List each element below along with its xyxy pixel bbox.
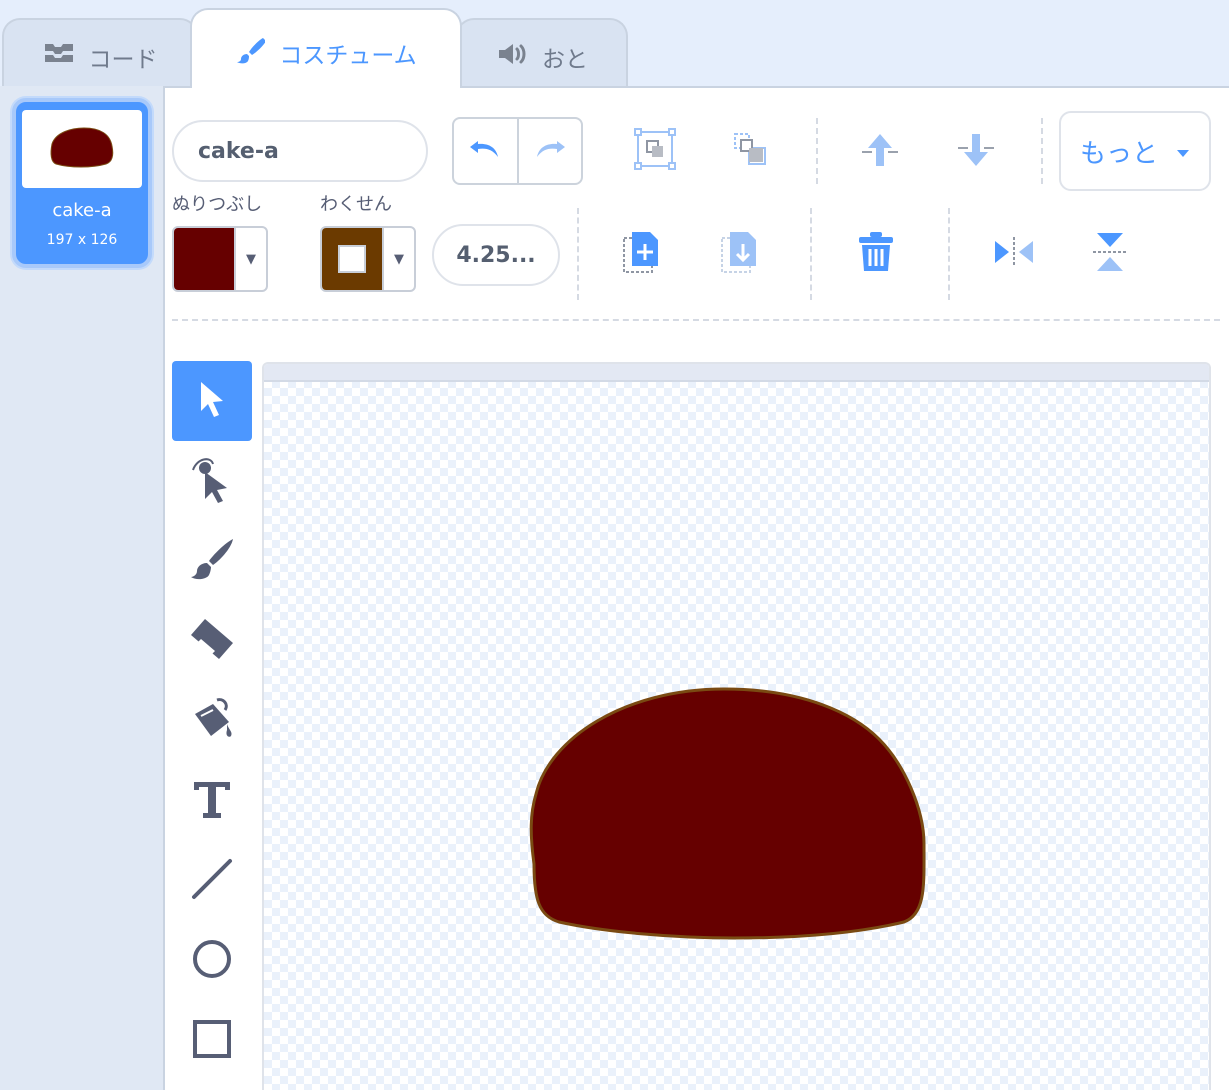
delete-button[interactable]: [848, 226, 904, 282]
outline-color-swatch: [322, 228, 384, 290]
toolbar-divider: [816, 118, 818, 184]
paste-new-button[interactable]: [614, 226, 670, 282]
code-blocks-icon: [43, 40, 75, 66]
fill-color-picker[interactable]: ▼: [172, 226, 268, 292]
toolbar-separator: [172, 319, 1220, 321]
speaker-icon: [496, 40, 528, 68]
cake-shape[interactable]: [264, 364, 1211, 1090]
undo-icon: [468, 137, 502, 165]
cursor-icon: [195, 379, 229, 423]
costume-size: 197 x 126: [46, 232, 118, 248]
paste-page-icon: [720, 230, 760, 278]
arrow-up-icon: [858, 130, 902, 174]
toolbar-divider: [810, 208, 812, 300]
paint-bucket-icon: [189, 696, 235, 746]
tab-code[interactable]: コード: [2, 18, 198, 88]
costume-name: cake-a: [52, 200, 112, 221]
rectangle-tool[interactable]: [172, 1001, 252, 1081]
flip-vertical-icon: [1091, 231, 1129, 277]
tab-costumes-label: コスチューム: [279, 43, 417, 69]
trash-icon: [857, 231, 895, 277]
ungroup-icon: [729, 128, 771, 174]
more-button[interactable]: もっと: [1059, 111, 1211, 191]
arrow-down-icon: [954, 130, 998, 174]
redo-icon: [533, 137, 567, 165]
toolbar-divider: [577, 208, 579, 300]
line-icon: [190, 857, 234, 905]
dropdown-arrow-icon: ▼: [394, 251, 404, 267]
reshape-icon: [189, 454, 235, 508]
tab-costumes[interactable]: コスチューム: [190, 8, 462, 88]
reshape-tool[interactable]: [172, 441, 252, 521]
fill-color-swatch: [174, 228, 236, 290]
eraser-icon: [189, 617, 235, 665]
flip-horizontal-button[interactable]: [986, 226, 1042, 282]
select-tool[interactable]: [172, 361, 252, 441]
flip-vertical-button[interactable]: [1082, 226, 1138, 282]
backward-button[interactable]: [948, 124, 1004, 180]
ungroup-button[interactable]: [722, 123, 778, 179]
outline-color-picker[interactable]: ▼: [320, 226, 416, 292]
paste-button[interactable]: [712, 226, 768, 282]
circle-icon: [191, 938, 233, 984]
forward-button[interactable]: [852, 124, 908, 180]
costume-thumbnail: [22, 110, 142, 188]
outline-label: わくせん: [320, 194, 392, 215]
tab-code-label: コード: [88, 47, 158, 73]
brush-icon: [189, 537, 235, 585]
more-label: もっと: [1079, 138, 1158, 169]
caret-down-icon: [1176, 136, 1190, 166]
circle-tool[interactable]: [172, 921, 252, 1001]
tab-sounds-label: おと: [542, 47, 588, 73]
text-tool[interactable]: [172, 761, 252, 841]
tab-sounds[interactable]: おと: [456, 18, 628, 88]
outline-width-input[interactable]: [432, 224, 560, 286]
undo-button[interactable]: [454, 119, 519, 183]
brush-tool[interactable]: [172, 521, 252, 601]
paint-canvas[interactable]: [262, 362, 1211, 1090]
fill-tool[interactable]: [172, 681, 252, 761]
line-tool[interactable]: [172, 841, 252, 921]
paintbrush-icon: [235, 36, 266, 66]
toolbar-divider: [948, 208, 950, 300]
toolbar-divider: [1041, 118, 1043, 184]
undo-redo-group: [452, 117, 583, 185]
costume-name-input[interactable]: [172, 120, 428, 182]
text-icon: [191, 778, 233, 824]
group-icon: [634, 128, 676, 174]
rectangle-icon: [191, 1018, 233, 1064]
dropdown-arrow-icon: ▼: [246, 251, 256, 267]
flip-horizontal-icon: [993, 235, 1035, 273]
fill-label: ぬりつぶし: [172, 194, 263, 215]
eraser-tool[interactable]: [172, 601, 252, 681]
group-button[interactable]: [627, 123, 683, 179]
add-page-icon: [622, 230, 662, 278]
redo-button[interactable]: [519, 119, 582, 183]
